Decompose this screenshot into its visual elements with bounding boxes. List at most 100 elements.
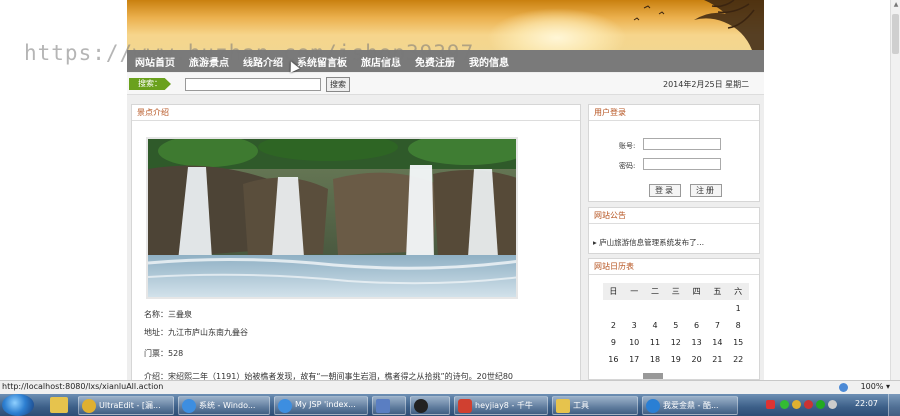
weekday-tue: 二 — [650, 287, 659, 296]
security-shield-icon[interactable] — [780, 400, 789, 409]
volume-icon[interactable] — [828, 400, 837, 409]
calendar-day[interactable]: 5 — [665, 317, 686, 334]
qq-tray-icon[interactable] — [804, 400, 813, 409]
calendar-day[interactable]: 19 — [665, 351, 686, 368]
calendar-day[interactable] — [603, 300, 624, 317]
notice-link-text: 庐山旅游信息管理系统发布了… — [599, 238, 705, 247]
input-method-icon[interactable] — [766, 400, 775, 409]
login-button[interactable]: 登录 — [649, 184, 681, 197]
task-tools-folder[interactable]: 工具 — [552, 396, 638, 415]
task-label: 系统 - Windo... — [199, 401, 256, 410]
site-notice-panel: 网站公告 ▸ 庐山旅游信息管理系统发布了… — [588, 207, 760, 254]
browser-status-bar: http://localhost:8080/lxs/xianluAll.acti… — [0, 380, 900, 394]
calendar-day[interactable]: 7 — [707, 317, 728, 334]
password-label: 密码: — [619, 162, 636, 170]
calendar-day[interactable]: 18 — [645, 351, 666, 368]
start-button[interactable] — [2, 394, 34, 416]
scenic-intro-text: 介绍：宋绍熙二年（1191）始被樵者发现，故有“一朝间事生岩泪，樵者得之从拾挑”… — [144, 372, 514, 380]
calendar-day[interactable]: 2 — [603, 317, 624, 334]
watermark-text: https://www.huzhan.com/ishop39397 — [24, 41, 475, 65]
site-notice-title: 网站公告 — [589, 208, 759, 224]
waterfall-image — [146, 137, 518, 299]
ultraedit-icon — [82, 399, 96, 413]
calendar-day[interactable]: 10 — [624, 334, 645, 351]
task-app[interactable] — [372, 396, 406, 415]
scrollbar-thumb[interactable] — [892, 14, 899, 54]
calendar-day[interactable]: 21 — [707, 351, 728, 368]
weekday-sat: 六 — [734, 287, 743, 296]
calendar-day[interactable] — [624, 300, 645, 317]
scroll-up-icon[interactable]: ▲ — [891, 0, 900, 10]
calendar-day[interactable]: 14 — [707, 334, 728, 351]
scenic-address: 地址：九江市庐山东南九叠谷 — [144, 328, 248, 337]
tray-app-icon[interactable] — [792, 400, 801, 409]
network-icon[interactable] — [816, 400, 825, 409]
task-ie-jsp[interactable]: My JSP 'index... — [274, 396, 368, 415]
tree-silhouette-icon — [633, 0, 764, 50]
task-ultraedit[interactable]: UltraEdit - [漏... — [78, 396, 174, 415]
calendar-day[interactable]: 22 — [728, 351, 749, 368]
zoom-level-value: 100% — [860, 382, 884, 391]
folder-icon[interactable] — [50, 397, 68, 413]
app-window-icon — [376, 399, 390, 413]
weekday-mon: 一 — [630, 287, 639, 296]
site-calendar-panel: 网站日历表 日 一 二 三 四 五 六 1 2 3 4 5 6 7 8 9 10… — [588, 258, 760, 380]
calendar-day[interactable]: 12 — [665, 334, 686, 351]
banner-sun-glow — [487, 8, 627, 50]
calendar-day[interactable]: 20 — [686, 351, 707, 368]
task-label: My JSP 'index... — [295, 400, 356, 409]
nav-item-my-info[interactable]: 我的信息 — [469, 54, 509, 69]
taskbar-clock[interactable]: 22:07 — [855, 399, 878, 408]
weekday-sun: 日 — [609, 287, 618, 296]
page-scrollbar[interactable]: ▲ — [890, 0, 900, 380]
task-label: 工具 — [573, 401, 589, 410]
zoom-level[interactable]: 100% ▾ — [861, 382, 890, 391]
task-qianniu[interactable]: heyjiay8 - 千牛 — [454, 396, 548, 415]
weekday-thu: 四 — [692, 287, 701, 296]
calendar-day[interactable] — [665, 300, 686, 317]
system-tray: 22:07 — [762, 394, 900, 416]
calendar-week-row: 2 3 4 5 6 7 8 — [603, 317, 749, 334]
windows-taskbar: UltraEdit - [漏... 系统 - Windo... My JSP '… — [0, 394, 900, 416]
qianniu-icon — [458, 399, 472, 413]
search-input[interactable] — [185, 78, 321, 91]
status-url: http://localhost:8080/lxs/xianluAll.acti… — [2, 382, 164, 391]
folder-icon — [556, 399, 570, 413]
calendar-scroll-thumb[interactable] — [643, 373, 663, 379]
task-label: heyjiay8 - 千牛 — [475, 401, 533, 410]
task-ie-system[interactable]: 系统 - Windo... — [178, 396, 270, 415]
calendar-day[interactable]: 15 — [728, 334, 749, 351]
password-input[interactable] — [643, 158, 721, 170]
search-label: 搜索： — [129, 78, 171, 90]
task-label: 我爱金鼎 - 酷... — [663, 401, 719, 410]
scenic-intro-title: 景点介绍 — [132, 105, 580, 121]
user-login-panel: 用户登录 账号: 密码: 登录 注册 — [588, 104, 760, 202]
search-button[interactable]: 搜索 — [326, 77, 350, 92]
calendar-day[interactable]: 13 — [686, 334, 707, 351]
current-date: 2014年2月25日 星期二 — [663, 80, 750, 89]
calendar-weekday-row: 日 一 二 三 四 五 六 — [603, 283, 749, 300]
account-input[interactable] — [643, 138, 721, 150]
register-button[interactable]: 注册 — [690, 184, 722, 197]
calendar-day[interactable] — [645, 300, 666, 317]
calendar-day[interactable]: 17 — [624, 351, 645, 368]
task-kugou[interactable]: 我爱金鼎 - 酷... — [642, 396, 738, 415]
calendar-day[interactable] — [707, 300, 728, 317]
calendar-day[interactable] — [686, 300, 707, 317]
scenic-intro-panel: 景点介绍 名称：三叠泉 地址：九江市庐山东南九叠谷 门票：528 介绍：宋绍熙二… — [131, 104, 581, 380]
calendar-day[interactable]: 3 — [624, 317, 645, 334]
show-desktop-button[interactable] — [888, 394, 900, 416]
ie-icon — [278, 399, 292, 413]
qq-penguin-icon — [414, 399, 428, 413]
calendar-day[interactable]: 1 — [728, 300, 749, 317]
calendar-day[interactable]: 4 — [645, 317, 666, 334]
notice-link[interactable]: ▸ 庐山旅游信息管理系统发布了… — [593, 237, 704, 248]
task-qq[interactable] — [410, 396, 450, 415]
calendar-day[interactable]: 9 — [603, 334, 624, 351]
calendar-day[interactable]: 6 — [686, 317, 707, 334]
calendar-day[interactable]: 8 — [728, 317, 749, 334]
calendar-day[interactable]: 16 — [603, 351, 624, 368]
calendar-week-row: 9 10 11 12 13 14 15 — [603, 334, 749, 351]
search-bar: 搜索： 搜索 2014年2月25日 星期二 — [127, 73, 764, 95]
calendar-day[interactable]: 11 — [645, 334, 666, 351]
